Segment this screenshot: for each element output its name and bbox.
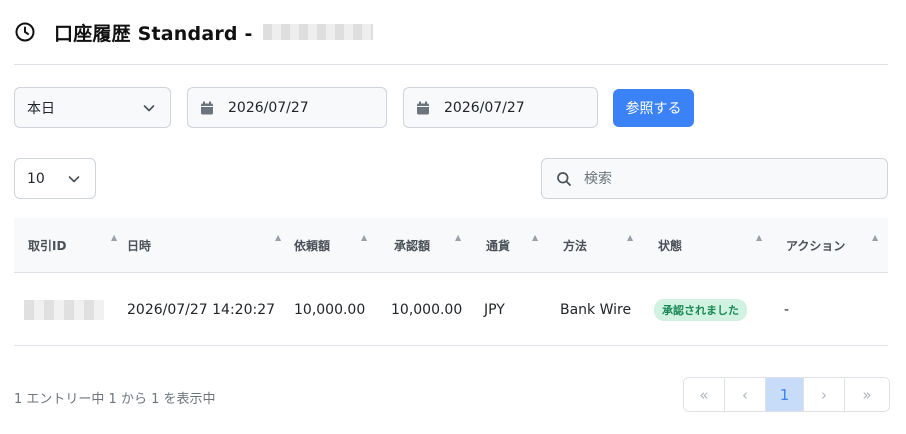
- sort-icon: ▲: [532, 233, 539, 242]
- cell-approved: 10,000.00: [391, 302, 463, 318]
- submit-button[interactable]: 参照する: [613, 89, 694, 127]
- chevron-down-icon: [142, 101, 156, 115]
- start-date-input[interactable]: 2026/07/27: [187, 87, 387, 128]
- page-1-button[interactable]: 1: [766, 378, 804, 411]
- sort-icon: ▲: [275, 233, 282, 242]
- redacted-transaction-id: [24, 300, 104, 320]
- column-header-requested[interactable]: 依頼額 ▲: [294, 218, 374, 273]
- page-length-select[interactable]: 10: [14, 158, 96, 199]
- sort-icon: ▲: [455, 233, 462, 242]
- next-page-button[interactable]: ›: [804, 378, 845, 411]
- cell-action: -: [784, 302, 790, 318]
- sort-icon: ▲: [361, 233, 368, 242]
- page-length-value: 10: [27, 170, 45, 187]
- column-header-datetime[interactable]: 日時 ▲: [127, 218, 281, 273]
- cell-currency: JPY: [484, 302, 505, 318]
- page-header: 口座履歴 Standard -: [14, 18, 373, 46]
- pagination: « ‹ 1 › »: [683, 377, 890, 412]
- header-divider: [14, 64, 888, 65]
- redacted-account-number: [262, 24, 373, 40]
- cell-requested: 10,000.00: [294, 302, 366, 318]
- status-badge: 承認されました: [654, 299, 747, 321]
- clock-icon: [14, 21, 36, 43]
- search-icon: [556, 171, 572, 187]
- column-header-transaction-id[interactable]: 取引ID ▲: [28, 218, 117, 273]
- chevron-down-icon: [67, 172, 81, 186]
- search-input[interactable]: [584, 170, 875, 187]
- table-header: 取引ID ▲ 日時 ▲ 依頼額 ▲ 承認額 ▲ 通貨 ▲ 方法 ▲ 状態 ▲ ア…: [14, 218, 888, 273]
- cell-datetime: 2026/07/27 14:20:27: [127, 302, 276, 318]
- first-page-button[interactable]: «: [684, 378, 725, 411]
- calendar-icon: [416, 101, 430, 115]
- calendar-icon: [200, 101, 214, 115]
- last-page-button[interactable]: »: [845, 378, 889, 411]
- sort-icon: ▲: [756, 233, 763, 242]
- period-select-value: 本日: [27, 100, 55, 117]
- sort-icon: ▲: [111, 233, 118, 242]
- sort-icon: ▲: [627, 233, 634, 242]
- end-date-value: 2026/07/27: [444, 99, 525, 116]
- sort-icon: ▲: [872, 233, 879, 242]
- cell-status: 承認されました: [654, 274, 747, 346]
- end-date-input[interactable]: 2026/07/27: [403, 87, 598, 128]
- column-header-approved[interactable]: 承認額 ▲: [394, 218, 474, 273]
- table-row: 2026/07/27 14:20:27 10,000.00 10,000.00 …: [14, 274, 888, 346]
- period-select[interactable]: 本日: [14, 87, 171, 128]
- page-title: 口座履歴 Standard -: [54, 22, 253, 45]
- column-header-currency[interactable]: 通貨 ▲: [486, 218, 546, 273]
- table-info: 1 エントリー中 1 から 1 を表示中: [14, 392, 216, 407]
- search-box[interactable]: [541, 158, 888, 199]
- start-date-value: 2026/07/27: [228, 99, 309, 116]
- column-header-status[interactable]: 状態 ▲: [658, 218, 768, 273]
- column-header-method[interactable]: 方法 ▲: [563, 218, 643, 273]
- prev-page-button[interactable]: ‹: [725, 378, 766, 411]
- column-header-action[interactable]: アクション ▲: [786, 218, 886, 273]
- cell-transaction-id: [24, 274, 104, 346]
- cell-method: Bank Wire: [560, 302, 632, 318]
